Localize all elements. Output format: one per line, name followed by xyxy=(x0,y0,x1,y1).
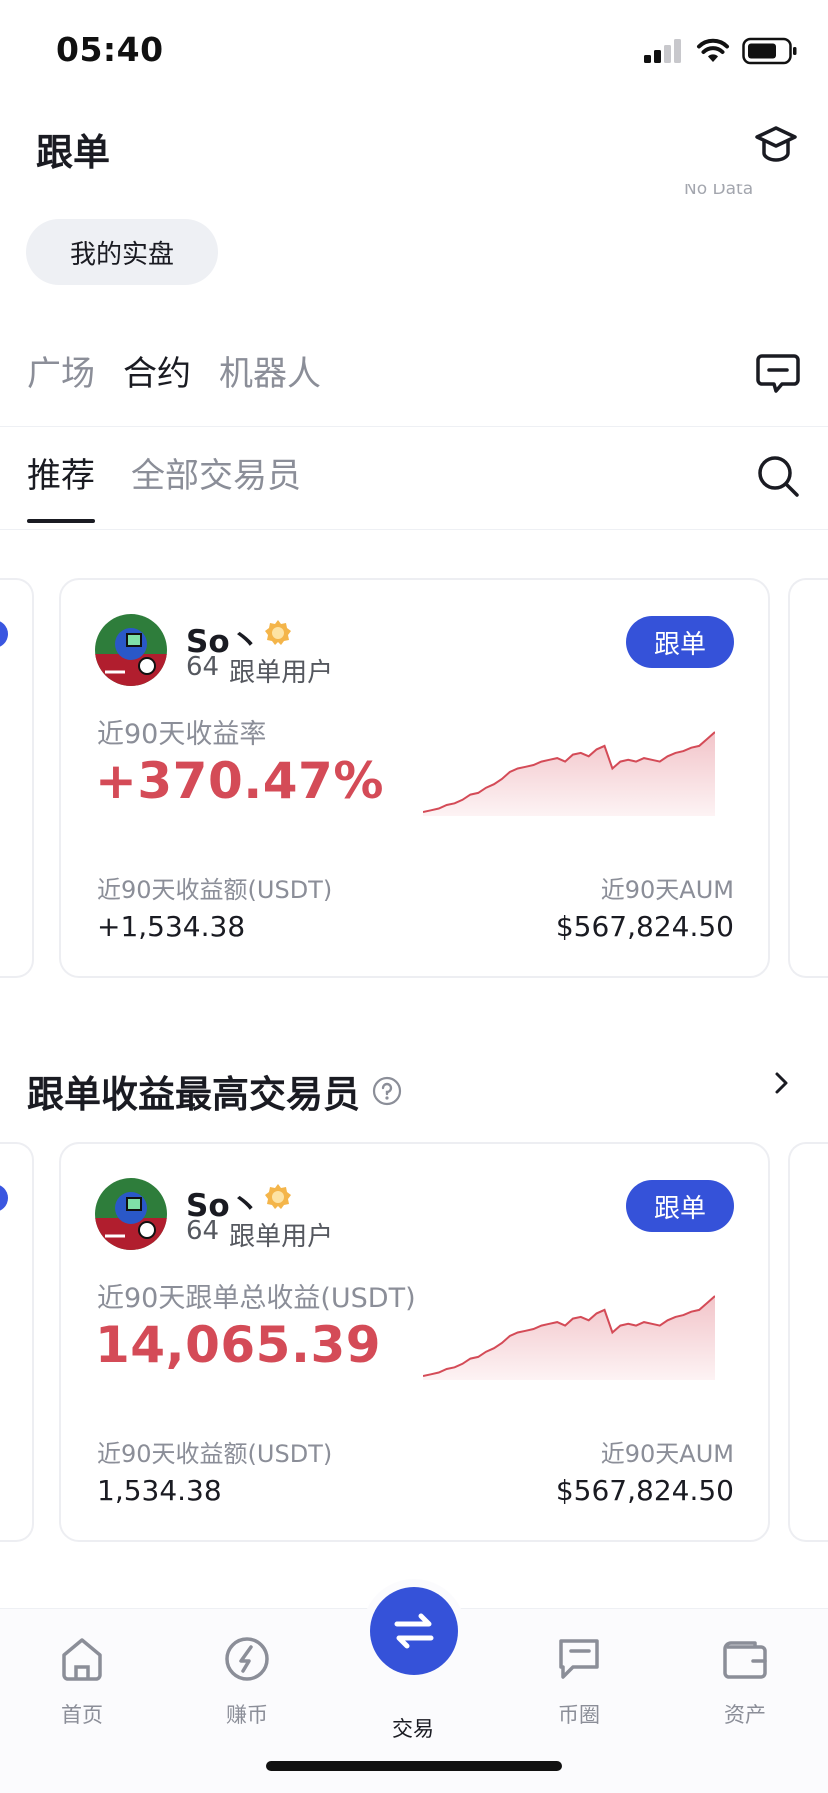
pnl-value: 1,534.38 xyxy=(97,1474,222,1507)
nav-item-earn[interactable]: 赚币 xyxy=(192,1631,302,1729)
pnl-label: 近90天收益额(USDT) xyxy=(97,876,333,904)
cellular-signal-icon xyxy=(644,39,681,63)
followers-count: 64 xyxy=(186,1216,220,1246)
nav-item-trade[interactable]: 交易 xyxy=(358,1705,468,1743)
trader-card[interactable]: So丶 64 跟单用户 跟单 近90天收益率 +370.47% 近90天收益额(… xyxy=(59,578,770,978)
nav-item-assets[interactable]: 资产 xyxy=(690,1631,800,1729)
graduation-cap-icon[interactable] xyxy=(752,120,800,168)
adjacent-card-right[interactable] xyxy=(788,1142,828,1542)
top-tabs: 广场 合约 机器人 xyxy=(27,346,321,395)
status-time: 05:40 xyxy=(56,30,164,69)
adjacent-card-left[interactable] xyxy=(0,578,34,978)
nav-label-assets: 资产 xyxy=(724,1703,766,1727)
tab-recommended[interactable]: 推荐 xyxy=(27,448,95,523)
nav-item-home[interactable]: 首页 xyxy=(27,1631,137,1729)
metric-label: 近90天收益率 xyxy=(97,719,267,750)
trader-card[interactable]: So丶 64 跟单用户 跟单 近90天跟单总收益(USDT) 14,065.39… xyxy=(59,1142,770,1542)
aum-label: 近90天AUM xyxy=(600,1440,734,1468)
community-icon xyxy=(559,1639,599,1679)
pnl-label: 近90天收益额(USDT) xyxy=(97,1440,333,1468)
divider xyxy=(0,529,828,530)
followers-count: 64 xyxy=(186,652,220,682)
swap-arrows-icon xyxy=(394,1613,434,1649)
divider xyxy=(0,426,828,427)
nav-item-community[interactable]: 币圈 xyxy=(524,1631,634,1729)
help-icon[interactable] xyxy=(372,1076,402,1106)
wallet-icon xyxy=(723,1641,767,1679)
aum-label: 近90天AUM xyxy=(600,876,734,904)
metric-label: 近90天跟单总收益(USDT) xyxy=(97,1283,416,1314)
avatar xyxy=(95,1178,167,1250)
nav-label-home: 首页 xyxy=(61,1703,103,1727)
followers-label: 跟单用户 xyxy=(229,658,334,688)
chevron-right-icon[interactable] xyxy=(768,1070,794,1096)
sub-tabs: 推荐 全部交易员 xyxy=(27,448,301,523)
avatar xyxy=(95,614,167,686)
metric-value: +370.47% xyxy=(95,752,384,810)
sparkline-area xyxy=(423,1296,715,1380)
pnl-value: +1,534.38 xyxy=(97,910,246,943)
followers: 64 跟单用户 xyxy=(186,1216,333,1253)
nav-label-community: 币圈 xyxy=(558,1703,600,1727)
tab-contract[interactable]: 合约 xyxy=(123,346,191,395)
wifi-icon xyxy=(697,38,729,62)
sparkline-area xyxy=(423,732,715,816)
nav-label-earn: 赚币 xyxy=(226,1703,268,1727)
pnl-sparkline xyxy=(423,731,715,816)
trade-button[interactable] xyxy=(370,1587,458,1675)
followers-label: 跟单用户 xyxy=(229,1222,334,1252)
nav-label-trade: 交易 xyxy=(392,1717,434,1741)
search-icon[interactable] xyxy=(754,452,802,500)
aum-value: $567,824.50 xyxy=(555,1474,734,1507)
medal-badge-icon xyxy=(263,1182,293,1212)
section-title-text: 跟单收益最高交易员 xyxy=(27,1073,360,1116)
section-title[interactable]: 跟单收益最高交易员 xyxy=(27,1064,402,1118)
home-indicator xyxy=(266,1761,562,1771)
pnl-sparkline xyxy=(423,1295,715,1380)
status-icons xyxy=(644,36,798,66)
tab-plaza[interactable]: 广场 xyxy=(27,346,95,395)
message-icon[interactable] xyxy=(754,350,802,396)
followers: 64 跟单用户 xyxy=(186,652,333,689)
follow-button[interactable]: 跟单 xyxy=(626,1180,734,1232)
adjacent-card-left[interactable] xyxy=(0,1142,34,1542)
my-real-trading-button[interactable]: 我的实盘 xyxy=(26,219,218,285)
tab-all-traders[interactable]: 全部交易员 xyxy=(131,448,301,523)
home-icon xyxy=(62,1638,102,1681)
page-title: 跟单 xyxy=(36,131,110,174)
aum-value: $567,824.50 xyxy=(555,910,734,943)
tab-bot[interactable]: 机器人 xyxy=(219,346,321,395)
follow-button[interactable]: 跟单 xyxy=(626,616,734,668)
earn-icon xyxy=(225,1637,269,1681)
status-bar: 05:40 xyxy=(0,0,828,100)
battery-icon xyxy=(742,37,797,65)
medal-badge-icon xyxy=(263,618,293,648)
metric-value: 14,065.39 xyxy=(95,1316,382,1374)
adjacent-card-right[interactable] xyxy=(788,578,828,978)
no-data-text: No Data xyxy=(684,184,754,199)
